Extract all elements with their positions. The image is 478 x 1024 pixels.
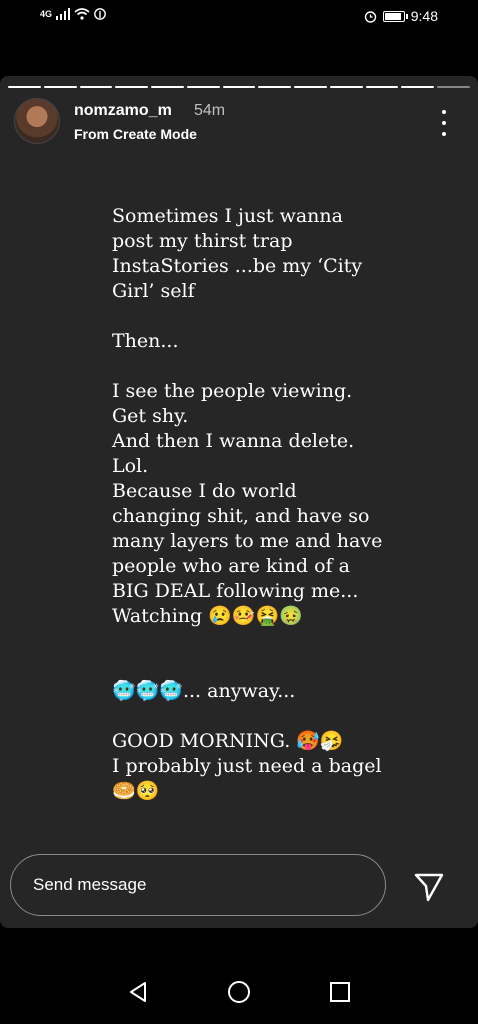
story-text-line: 🥯🥺 [112, 780, 160, 802]
progress-segment [8, 86, 41, 88]
status-left: 4G [40, 8, 106, 20]
alarm-icon [364, 10, 376, 23]
story-text-line: people who are kind of a [112, 555, 350, 577]
story-text-line [112, 304, 452, 329]
story-text-line: Lol. [112, 455, 149, 477]
story-time-ago: 54m [194, 102, 226, 119]
more-vertical-icon[interactable] [432, 110, 456, 136]
pinterest-notification-icon [94, 8, 106, 20]
send-icon[interactable] [412, 870, 446, 904]
signal-icon [56, 8, 71, 20]
story-text-line: Girl’ self [112, 280, 195, 302]
progress-segment [151, 86, 184, 88]
story-progress-bar [8, 86, 470, 88]
story-text-line: post my thirst trap [112, 230, 293, 252]
story-text-line: Sometimes I just wanna [112, 205, 343, 227]
story-text-line: I probably just need a bagel [112, 755, 382, 777]
progress-segment [79, 86, 113, 88]
story-text-line: Get shy. [112, 405, 189, 427]
send-message-input[interactable]: Send message [10, 854, 386, 916]
progress-segment [365, 86, 399, 88]
progress-segment [43, 86, 77, 88]
back-triangle-icon[interactable] [125, 978, 153, 1006]
story-text-line: 🥶🥶🥶... anyway... [112, 680, 296, 702]
story-text-line: Watching 😢🤒🤮🤢 [112, 605, 303, 627]
story-username[interactable]: nomzamo_m [74, 102, 172, 120]
status-right: 9:48 [364, 8, 438, 24]
story-text-line [112, 704, 452, 729]
progress-segment [222, 86, 256, 88]
status-time: 9:48 [410, 8, 438, 24]
story-text-line: changing shit, and have so [112, 505, 370, 527]
progress-segment [401, 86, 435, 88]
network-type-label: 4G [40, 9, 53, 19]
story-viewer[interactable]: nomzamo_m 54m From Create Mode Sometimes… [0, 76, 478, 928]
story-subtitle[interactable]: From Create Mode [74, 126, 197, 142]
story-text-line [112, 354, 452, 379]
progress-segment [437, 86, 470, 88]
progress-segment [115, 86, 149, 88]
home-circle-icon[interactable] [225, 978, 253, 1006]
avatar[interactable] [14, 98, 60, 144]
wifi-icon [74, 8, 90, 20]
battery-icon [382, 10, 408, 22]
story-text: Sometimes I just wanna post my thirst tra… [112, 204, 452, 804]
progress-segment [186, 86, 220, 88]
story-text-line: Then... [112, 330, 179, 352]
story-text-line: Because I do world [112, 480, 297, 502]
send-message-placeholder: Send message [33, 875, 147, 894]
story-text-line: InstaStories ...be my ‘City [112, 255, 363, 277]
story-text-line: GOOD MORNING. 🥵🤧 [112, 730, 344, 752]
story-text-line: And then I wanna delete. [112, 430, 355, 452]
recents-square-icon[interactable] [326, 978, 354, 1006]
story-text-line [112, 629, 452, 654]
story-text-line: many layers to me and have [112, 530, 383, 552]
story-text-line: I see the people viewing. [112, 380, 353, 402]
status-bar: 4G 9:48 [0, 0, 478, 36]
progress-segment [329, 86, 363, 88]
progress-segment [294, 86, 327, 88]
story-text-line: BIG DEAL following me... [112, 580, 359, 602]
system-nav-bar [0, 960, 478, 1024]
progress-segment [258, 86, 292, 88]
story-text-line [112, 654, 452, 679]
